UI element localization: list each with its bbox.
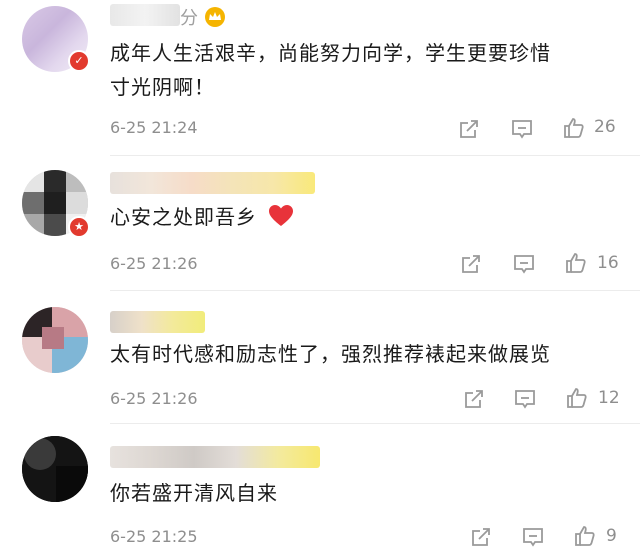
username-blurred[interactable] <box>110 4 180 26</box>
like-count: 9 <box>606 526 617 546</box>
username-blurred[interactable] <box>110 311 205 333</box>
comment-text: 太有时代感和励志性了，强烈推荐裱起来做展览 <box>110 337 620 371</box>
like-count: 26 <box>594 117 616 137</box>
comment-icon[interactable] <box>511 118 533 140</box>
username-blurred[interactable] <box>110 446 320 468</box>
share-icon[interactable] <box>463 388 485 410</box>
comment-text-content: 心安之处即吾乡 <box>110 205 257 229</box>
divider <box>110 423 640 424</box>
username-fragment[interactable]: 分 <box>180 4 198 30</box>
timestamp: 6-25 21:26 <box>110 254 198 273</box>
comment-item: ★ 心安之处即吾乡 6-25 21:26 16 <box>0 160 640 291</box>
heart-emoji <box>269 205 294 226</box>
comment-icon[interactable] <box>514 388 536 410</box>
comment-icon[interactable] <box>522 526 544 548</box>
like-count: 12 <box>598 388 620 408</box>
comment-icon[interactable] <box>513 253 535 275</box>
divider <box>110 155 640 156</box>
comment-text: 心安之处即吾乡 <box>110 200 620 234</box>
like-icon[interactable] <box>565 386 589 410</box>
comment-text-line: 寸光阴啊！ <box>110 75 215 99</box>
comment-text: 成年人生活艰辛，尚能努力向学，学生更要珍惜 寸光阴啊！ <box>110 36 620 104</box>
avatar-image <box>22 436 88 502</box>
timestamp: 6-25 21:26 <box>110 389 198 408</box>
share-icon[interactable] <box>470 526 492 548</box>
comment-item: ✓ 分 成年人生活艰辛，尚能努力向学，学生更要珍惜 寸光阴啊！ 6-25 21:… <box>0 0 640 156</box>
username-blurred[interactable] <box>110 172 315 194</box>
timestamp: 6-25 21:25 <box>110 527 198 546</box>
official-badge-icon: ✓ <box>68 50 90 72</box>
comment-text-content: 你若盛开清风自来 <box>110 481 278 505</box>
crown-icon <box>205 7 225 27</box>
share-icon[interactable] <box>460 253 482 275</box>
badge-icon: ★ <box>68 216 90 238</box>
comment-item: 太有时代感和励志性了，强烈推荐裱起来做展览 6-25 21:26 12 <box>0 295 640 424</box>
like-icon[interactable] <box>562 116 586 140</box>
like-count: 16 <box>597 253 619 273</box>
comment-item: 你若盛开清风自来 6-25 21:25 9 <box>0 428 640 553</box>
divider <box>110 290 640 291</box>
comment-text-line: 成年人生活艰辛，尚能努力向学，学生更要珍惜 <box>110 41 551 65</box>
timestamp: 6-25 21:24 <box>110 118 198 137</box>
comment-text: 你若盛开清风自来 <box>110 476 620 510</box>
like-icon[interactable] <box>573 524 597 548</box>
avatar[interactable] <box>22 436 88 502</box>
avatar-image <box>22 307 88 373</box>
avatar[interactable] <box>22 307 88 373</box>
share-icon[interactable] <box>458 118 480 140</box>
comment-text-content: 太有时代感和励志性了，强烈推荐裱起来做展览 <box>110 342 551 366</box>
like-icon[interactable] <box>564 251 588 275</box>
